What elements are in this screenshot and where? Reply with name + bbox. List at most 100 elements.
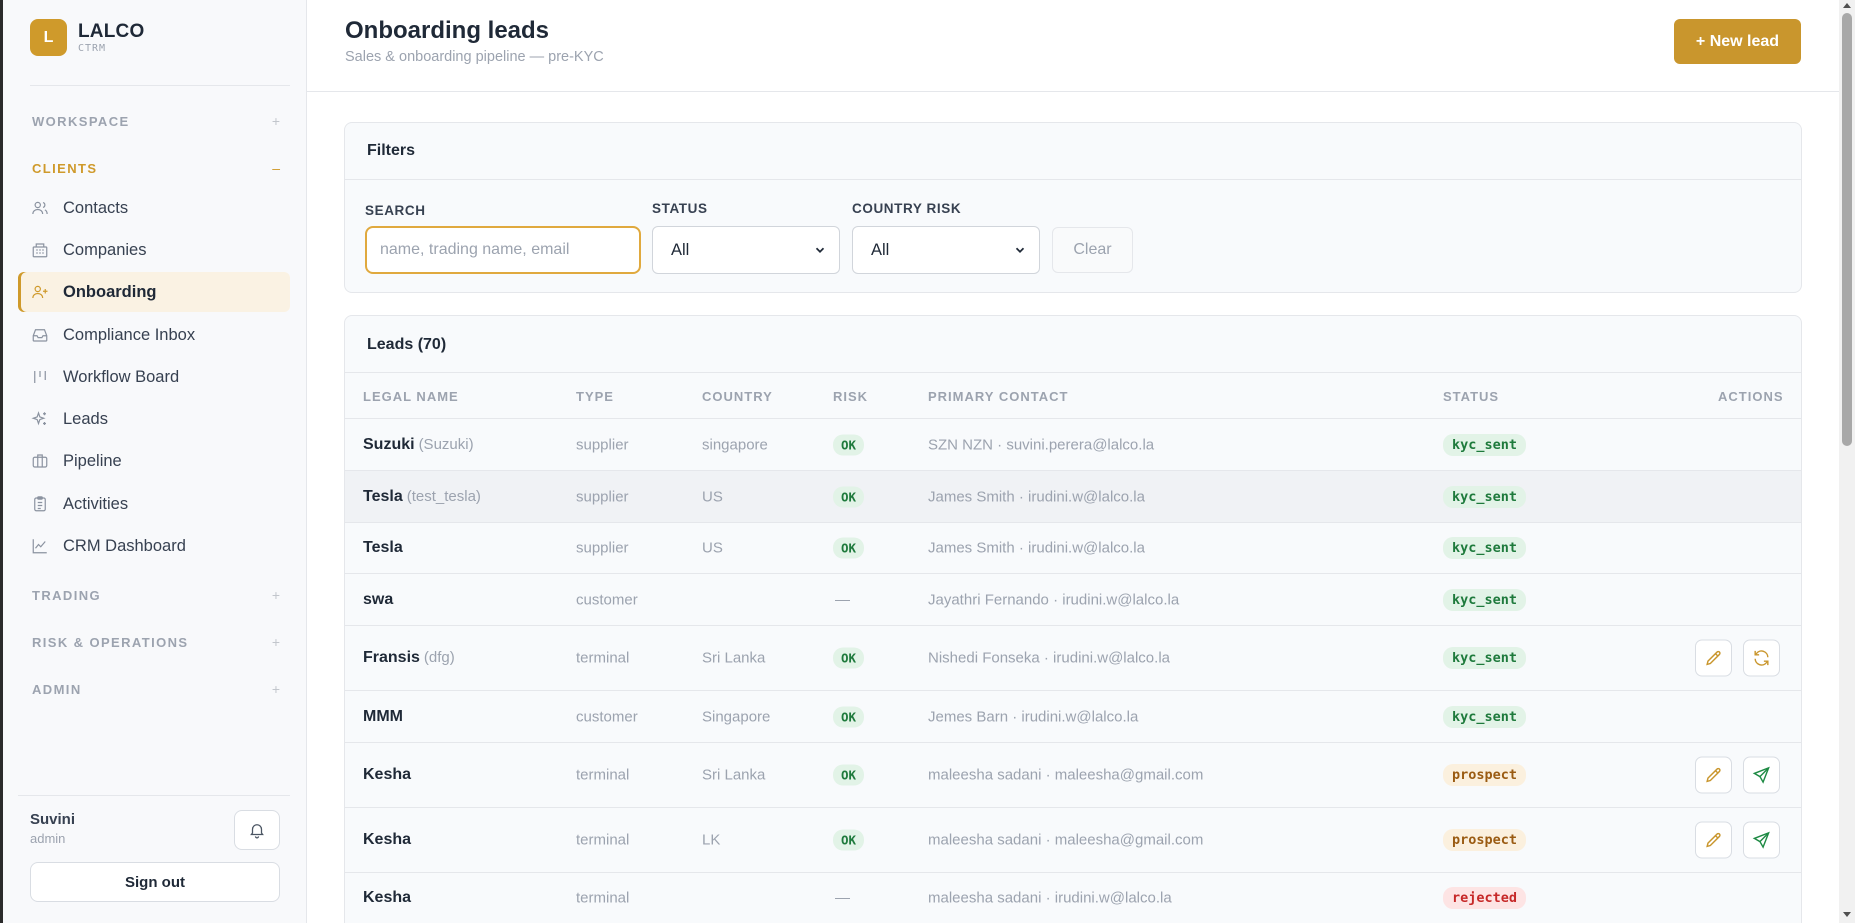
legal-name-cell: Tesla (test_tesla) — [363, 488, 481, 506]
sidebar-item-workflow-board[interactable]: Workflow Board — [18, 357, 290, 397]
column-header-status[interactable]: STATUS — [1443, 389, 1499, 404]
status-cell: kyc_sent — [1443, 433, 1527, 456]
section-label: TRADING — [32, 587, 102, 603]
user-plus-icon — [30, 282, 50, 302]
section-admin[interactable]: ADMIN + — [32, 681, 280, 697]
sidebar-item-activities[interactable]: Activities — [18, 484, 290, 524]
briefcase-icon — [30, 451, 50, 471]
status-badge: prospect — [1443, 764, 1527, 786]
section-clients[interactable]: CLIENTS – — [32, 160, 280, 176]
section-trading[interactable]: TRADING + — [32, 587, 280, 603]
edit-button[interactable] — [1695, 821, 1732, 859]
sidebar-item-label: Leads — [63, 409, 108, 428]
sidebar-item-label: Activities — [63, 494, 129, 513]
column-header-actions: ACTIONS — [1718, 389, 1784, 404]
scroll-up-arrow-icon[interactable] — [1843, 3, 1851, 8]
table-row[interactable]: Tesla (test_tesla) supplier US OK James S… — [345, 471, 1801, 523]
section-risk-operations[interactable]: RISK & OPERATIONS + — [32, 634, 280, 650]
legal-name: swa — [363, 590, 394, 608]
primary-contact-cell: Nishedi Fonseka · irudini.w@lalco.la — [928, 649, 1170, 667]
table-row[interactable]: Kesha terminal — maleesha sadani · irudi… — [345, 873, 1801, 923]
country-risk-select[interactable]: All — [852, 226, 1040, 274]
sign-out-button[interactable]: Sign out — [30, 862, 280, 902]
sidebar-item-onboarding[interactable]: Onboarding — [18, 272, 290, 312]
column-header-risk[interactable]: RISK — [833, 389, 868, 404]
table-row[interactable]: Kesha terminal Sri Lanka OK maleesha sad… — [345, 743, 1801, 808]
pencil-icon — [1704, 649, 1723, 668]
sidebar-item-label: Companies — [63, 240, 147, 259]
chart-line-icon — [30, 536, 50, 556]
collapse-icon: – — [272, 160, 280, 176]
clear-filters-button[interactable]: Clear — [1052, 227, 1133, 273]
legal-name: Kesha — [363, 889, 412, 906]
notifications-button[interactable] — [234, 810, 280, 850]
legal-name: Kesha — [363, 831, 412, 848]
filters-title: Filters — [367, 142, 416, 159]
status-badge: kyc_sent — [1443, 647, 1527, 669]
search-input[interactable] — [365, 226, 641, 274]
sidebar-item-crm-dashboard[interactable]: CRM Dashboard — [18, 526, 290, 566]
page-scrollbar[interactable] — [1839, 0, 1855, 923]
legal-name-cell: MMM — [363, 708, 403, 726]
risk-cell: — — [833, 890, 850, 907]
page-subtitle: Sales & onboarding pipeline — pre-KYC — [345, 49, 604, 65]
edit-button[interactable] — [1695, 756, 1732, 794]
column-header-type[interactable]: TYPE — [576, 389, 614, 404]
bell-icon — [248, 821, 266, 839]
risk-cell: OK — [833, 764, 865, 786]
risk-cell: OK — [833, 537, 865, 559]
type-cell: customer — [576, 591, 638, 608]
column-header-legal-name[interactable]: LEGAL NAME — [363, 389, 459, 404]
risk-empty: — — [835, 591, 850, 608]
risk-cell: OK — [833, 647, 865, 669]
risk-badge: OK — [833, 434, 865, 455]
sidebar-item-pipeline[interactable]: Pipeline — [18, 441, 290, 481]
table-row[interactable]: Tesla supplier US OK James Smith · irudi… — [345, 523, 1801, 574]
risk-badge: OK — [833, 486, 865, 507]
sidebar-item-label: Onboarding — [63, 282, 157, 301]
table-row[interactable]: Kesha terminal LK OK maleesha sadani · m… — [345, 808, 1801, 873]
type-cell: customer — [576, 708, 638, 725]
scroll-thumb[interactable] — [1842, 13, 1852, 446]
primary-contact-cell: maleesha sadani · maleesha@gmail.com — [928, 831, 1204, 849]
sidebar-item-label: Contacts — [63, 198, 129, 217]
divider — [307, 91, 1839, 92]
status-select[interactable]: All — [652, 226, 840, 274]
section-label: CLIENTS — [32, 160, 98, 176]
risk-badge: OK — [833, 647, 865, 669]
clipboard-icon — [30, 494, 50, 514]
brand-logo: L — [30, 19, 67, 56]
section-workspace[interactable]: WORKSPACE + — [32, 113, 280, 129]
pencil-icon — [1704, 766, 1723, 785]
main-content: Onboarding leads Sales & onboarding pipe… — [307, 0, 1839, 923]
sidebar-item-leads[interactable]: Leads — [18, 399, 290, 439]
status-badge: kyc_sent — [1443, 588, 1527, 611]
type-cell: terminal — [576, 649, 630, 667]
inbox-icon — [30, 325, 50, 345]
sidebar-item-compliance-inbox[interactable]: Compliance Inbox — [18, 315, 290, 355]
primary-contact-cell: James Smith · irudini.w@lalco.la — [928, 539, 1145, 557]
scroll-down-arrow-icon[interactable] — [1843, 912, 1851, 917]
status-badge: kyc_sent — [1443, 485, 1527, 508]
search-label: SEARCH — [365, 203, 426, 218]
sidebar-item-contacts[interactable]: Contacts — [18, 188, 290, 228]
send-kyc-button[interactable] — [1743, 821, 1780, 859]
edit-button[interactable] — [1695, 639, 1732, 677]
send-kyc-button[interactable] — [1743, 756, 1780, 794]
column-header-primary-contact[interactable]: PRIMARY CONTACT — [928, 389, 1068, 404]
column-header-country[interactable]: COUNTRY — [702, 389, 773, 404]
filters-card: Filters SEARCH STATUS All COUNTRY RISK A… — [344, 122, 1802, 293]
legal-name-cell: Fransis (dfg) — [363, 649, 455, 667]
table-row[interactable]: Fransis (dfg) terminal Sri Lanka OK Nishe… — [345, 626, 1801, 691]
resend-kyc-button[interactable] — [1743, 639, 1780, 677]
brand[interactable]: L LALCO CTRM — [30, 19, 144, 56]
trading-name: (dfg) — [423, 649, 455, 666]
legal-name: Kesha — [363, 766, 412, 783]
sidebar-item-companies[interactable]: Companies — [18, 230, 290, 270]
new-lead-button[interactable]: + New lead — [1674, 19, 1801, 64]
table-row[interactable]: swa customer — Jayathri Fernando · irudi… — [345, 574, 1801, 626]
risk-cell: — — [833, 591, 850, 608]
table-row[interactable]: Suzuki (Suzuki) supplier singapore OK SZN… — [345, 419, 1801, 471]
sidebar-item-label: Compliance Inbox — [63, 325, 196, 344]
table-row[interactable]: MMM customer Singapore OK Jemes Barn · i… — [345, 691, 1801, 743]
